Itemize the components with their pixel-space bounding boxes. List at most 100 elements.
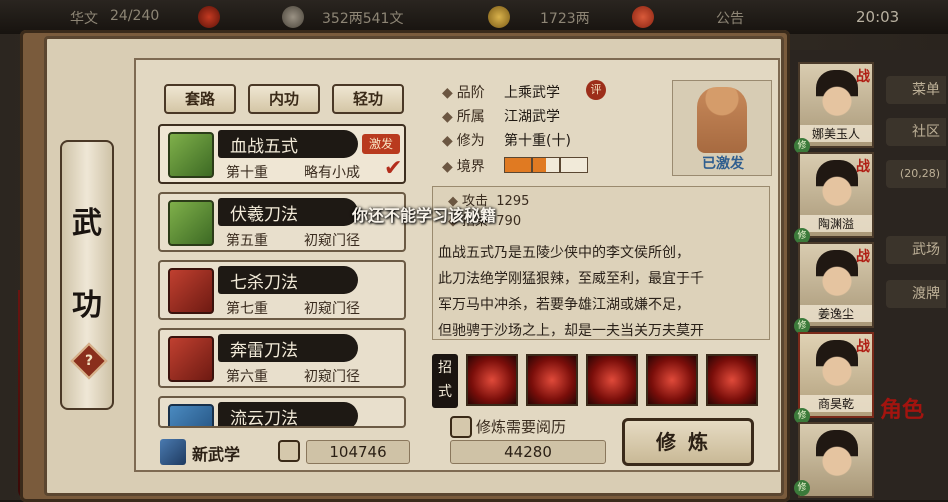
move-slot-1-icon[interactable] — [466, 354, 518, 406]
desc-line: 军万马中冲杀，若要争雄江湖或嫌不足， — [438, 297, 690, 313]
desc-line: 但驰骋于沙场之上，却是一夫当关万夫莫开 — [438, 323, 704, 339]
desc-line: 血战五式乃是五陵少侠中的李文侯所创， — [438, 245, 690, 261]
cultivation-label: ◆ 修为 — [442, 133, 485, 149]
hero-portrait — [816, 340, 858, 392]
skill-item-5[interactable]: 流云刀法 — [158, 396, 406, 428]
school-value: 江湖武学 — [504, 109, 560, 125]
hero-card-3[interactable]: 战 姜逸尘 修 — [794, 242, 874, 334]
new-skill-button[interactable]: 新武学 — [160, 437, 260, 467]
hero-portrait — [816, 70, 858, 122]
bag-label: 华文 — [70, 11, 98, 27]
cultivate-icon: 修 — [794, 480, 810, 496]
hero-card-4[interactable]: 战 商昊乾 修 — [794, 332, 874, 424]
activated-badge: 激发 — [362, 134, 400, 154]
move-slot-3-icon[interactable] — [586, 354, 638, 406]
move-slot-4-icon[interactable] — [646, 354, 698, 406]
hero-card-1[interactable]: 战 娜美玉人 修 — [794, 62, 874, 154]
practice-cost: 44280 — [450, 440, 606, 464]
hero-card-2[interactable]: 战 陶渊溢 修 — [794, 152, 874, 244]
move-slot-2-icon[interactable] — [526, 354, 578, 406]
rating-icon[interactable]: 评 — [586, 80, 606, 100]
skill-item-4[interactable]: 奔雷刀法 第六重 初窥门径 — [158, 328, 406, 388]
money-value: 352两541文 — [322, 11, 404, 27]
character-portrait: 已激发 — [672, 80, 772, 176]
realm-label: ◆ 境界 — [442, 159, 485, 175]
hero-name: 娜美玉人 — [800, 125, 872, 142]
sidebar-arena-tab[interactable]: 武场 — [886, 236, 946, 264]
skill-name: 奔雷刀法 — [230, 341, 298, 361]
tab-qinggong[interactable]: 轻功 — [332, 84, 404, 114]
clock: 20:03 — [856, 8, 900, 26]
battle-tag: 战 — [856, 249, 870, 265]
skill-book-icon — [168, 268, 214, 314]
hero-portrait — [816, 430, 858, 482]
top-status-bar: 华文 24/240 352两541文 1723两 公告 20:03 — [0, 0, 948, 34]
skill-name: 血战五式 — [230, 137, 298, 157]
practice-hint: 修炼需要阅历 — [476, 418, 567, 436]
skill-level: 第七重 — [226, 301, 268, 317]
skill-book-icon — [168, 404, 214, 426]
parry-value: 790 — [496, 214, 522, 229]
silver-coin-icon — [282, 6, 304, 28]
add-gold-icon[interactable] — [632, 6, 654, 28]
sidebar-coords: (20,28) — [886, 160, 946, 188]
new-skill-label: 新武学 — [192, 445, 241, 464]
skill-rank: 略有小成 — [304, 165, 360, 181]
skill-book-icon — [168, 336, 214, 382]
skill-name: 伏羲刀法 — [230, 205, 298, 225]
role-button[interactable]: 角色 — [880, 392, 924, 424]
practice-button[interactable]: 修炼 — [622, 418, 754, 466]
grade-value: 上乘武学 — [504, 85, 560, 101]
skill-item-3[interactable]: 七杀刀法 第七重 初窥门径 — [158, 260, 406, 320]
experience-icon — [450, 416, 472, 438]
skill-level: 第六重 — [226, 369, 268, 385]
red-seal-icon[interactable] — [198, 6, 220, 28]
battle-tag: 战 — [856, 159, 870, 175]
realm-segment-3 — [560, 157, 588, 173]
scroll-title-char-1: 武 — [72, 206, 102, 241]
sidebar-community-tab[interactable]: 社区 — [886, 118, 946, 146]
tab-taolu[interactable]: 套路 — [164, 84, 236, 114]
hero-card-5[interactable]: 修 — [794, 422, 874, 498]
skill-rank: 初窥门径 — [304, 233, 360, 249]
sidebar-pass-tab[interactable]: 渡牌 — [886, 280, 946, 308]
hero-portrait — [816, 250, 858, 302]
skill-item-1[interactable]: 血战五式 激发 第十重 略有小成 ✔ — [158, 124, 406, 184]
hero-name: 陶渊溢 — [800, 215, 872, 232]
monk-figure — [697, 87, 747, 153]
question-icon: ? — [84, 353, 94, 369]
realm-segment-1 — [504, 157, 532, 173]
notice-button[interactable]: 公告 — [716, 8, 744, 28]
hero-portrait — [816, 160, 858, 212]
cultivation-value: 第十重(十) — [504, 133, 571, 149]
scroll-points-icon — [278, 440, 300, 462]
toast-message: 你还不能学习该秘籍 — [352, 206, 497, 225]
skill-book-icon — [168, 132, 214, 178]
checkmark-icon: ✔ — [384, 156, 403, 181]
grade-label: ◆ 品阶 — [442, 85, 485, 101]
gold-value: 1723两 — [540, 11, 590, 27]
school-label: ◆ 所属 — [442, 109, 485, 125]
sidebar-menu-tab[interactable]: 菜单 — [886, 76, 946, 104]
gold-ingot-icon — [488, 6, 510, 28]
skill-rank: 初窥门径 — [304, 369, 360, 385]
points-value: 104746 — [306, 440, 410, 464]
skill-rank: 初窥门径 — [304, 301, 360, 317]
skill-level: 第十重 — [226, 165, 268, 181]
skill-level: 第五重 — [226, 233, 268, 249]
tab-neigong[interactable]: 内功 — [248, 84, 320, 114]
moves-label: 招式 — [432, 354, 458, 408]
realm-segment-2 — [532, 157, 560, 173]
activated-status: 已激发 — [702, 156, 744, 172]
new-book-icon — [160, 439, 186, 465]
move-slot-5-icon[interactable] — [706, 354, 758, 406]
bag-count: 24/240 — [110, 8, 160, 24]
battle-tag: 战 — [856, 69, 870, 85]
skill-name: 七杀刀法 — [230, 273, 298, 293]
battle-tag: 战 — [856, 339, 870, 355]
scroll-title-char-2: 功 — [72, 288, 102, 323]
desc-line: 此刀法绝学刚猛狠辣，至威至利，最宜于千 — [438, 271, 704, 287]
skill-book-icon — [168, 200, 214, 246]
hero-name: 姜逸尘 — [800, 305, 872, 322]
attack-value: 1295 — [496, 194, 530, 209]
